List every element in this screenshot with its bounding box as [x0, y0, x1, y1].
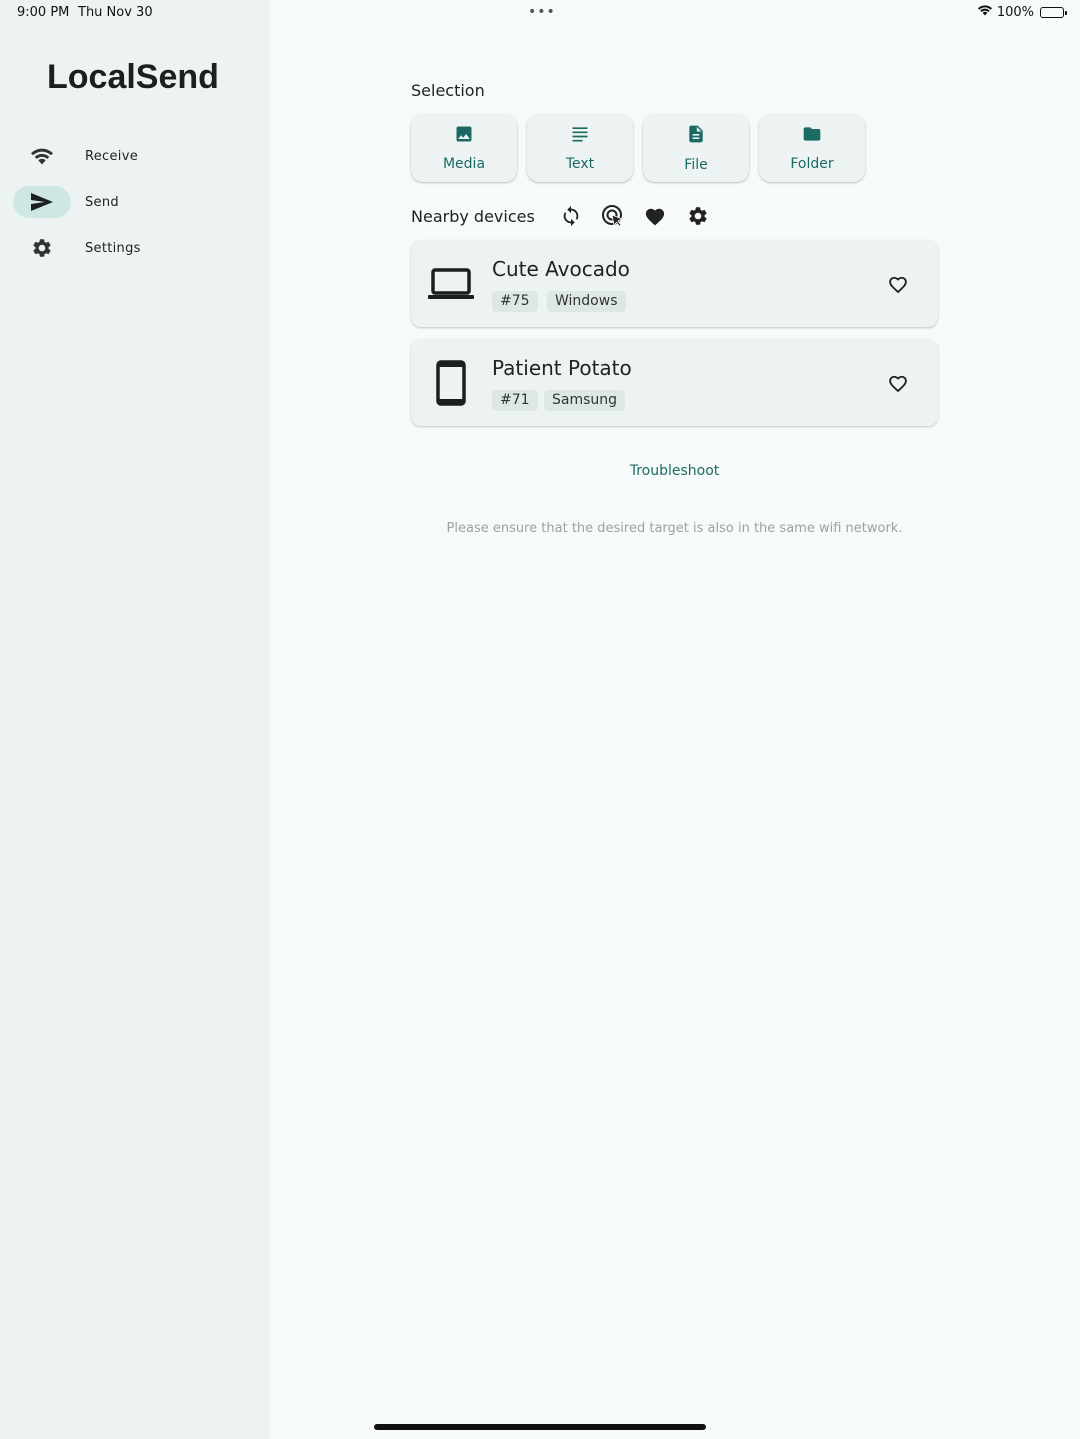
laptop-icon [427, 260, 475, 308]
device-id-chip: #71 [492, 390, 538, 411]
sidebar-item-send[interactable]: Send [13, 185, 253, 219]
folder-icon [801, 124, 823, 148]
folder-button[interactable]: Folder [759, 114, 865, 182]
sidebar-item-label: Settings [85, 240, 141, 256]
gear-icon [13, 232, 71, 264]
home-indicator[interactable] [374, 1424, 706, 1430]
file-button-label: File [684, 157, 708, 173]
image-icon [454, 124, 474, 148]
gear-icon[interactable] [686, 204, 710, 228]
device-card-cute-avocado[interactable]: Cute Avocado #75 Windows [411, 240, 938, 327]
device-name: Cute Avocado [492, 257, 630, 281]
device-id-chip: #75 [492, 291, 538, 312]
folder-button-label: Folder [790, 156, 834, 172]
sidebar-item-receive[interactable]: Receive [13, 139, 253, 173]
wifi-icon [13, 140, 71, 172]
selection-title: Selection [411, 81, 485, 100]
scan-target-icon[interactable] [601, 204, 625, 228]
status-bar: 9:00 PM Thu Nov 30 ••• 100% [0, 0, 1080, 26]
media-button-label: Media [442, 156, 486, 172]
sidebar-item-settings[interactable]: Settings [13, 231, 253, 265]
favorite-heart-outline-icon[interactable] [886, 371, 910, 395]
send-icon [13, 186, 71, 218]
device-name: Patient Potato [492, 356, 632, 380]
status-date: Thu Nov 30 [78, 5, 153, 20]
text-lines-icon [570, 124, 590, 148]
device-platform-chip: Windows [547, 291, 626, 312]
device-card-patient-potato[interactable]: Patient Potato #71 Samsung [411, 339, 938, 426]
text-button-label: Text [565, 156, 595, 172]
device-platform-chip: Samsung [544, 390, 626, 411]
sidebar-item-label: Receive [85, 148, 138, 164]
favorite-heart-outline-icon[interactable] [886, 272, 910, 296]
file-icon [686, 123, 706, 149]
file-button[interactable]: File [643, 114, 749, 182]
media-button[interactable]: Media [411, 114, 517, 182]
nearby-devices-title: Nearby devices [411, 207, 535, 226]
refresh-icon[interactable] [559, 204, 583, 228]
heart-icon[interactable] [643, 204, 667, 228]
battery-percent: 100% [996, 4, 1034, 20]
status-time: 9:00 PM [17, 5, 70, 20]
network-hint-text: Please ensure that the desired target is… [446, 521, 903, 536]
multitask-dots[interactable]: ••• [528, 4, 556, 20]
app-title: LocalSend [47, 58, 219, 96]
text-button[interactable]: Text [527, 114, 633, 182]
troubleshoot-link[interactable]: Troubleshoot [411, 463, 938, 479]
wifi-status-icon [977, 4, 993, 20]
battery-icon [1040, 6, 1067, 18]
sidebar: LocalSend Receive Send Settings [0, 0, 270, 1439]
status-indicators: 100% [977, 4, 1067, 20]
sidebar-item-label: Send [85, 194, 119, 210]
phone-icon [427, 359, 475, 407]
